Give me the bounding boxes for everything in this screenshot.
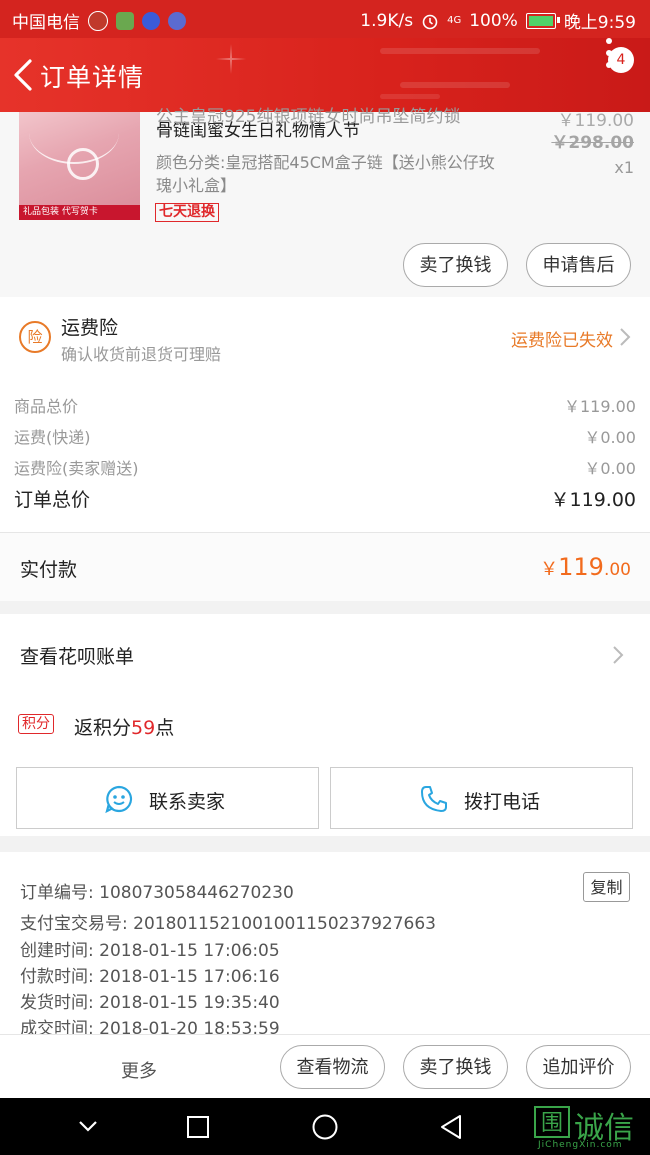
apply-after-sale-button[interactable]: 申请售后 xyxy=(526,243,631,287)
points-prefix: 返积分 xyxy=(74,717,132,739)
sparkle-icon xyxy=(216,44,246,74)
actual-payment-row: 实付款 ￥119.00 xyxy=(0,532,650,601)
clock: 晚上9:59 xyxy=(563,13,636,33)
alarm-icon xyxy=(422,14,438,29)
insurance-title: 运费险 xyxy=(61,317,119,339)
created-time: 创建时间: 2018-01-15 17:06:05 xyxy=(20,941,280,961)
product-original-price: ￥298.00 xyxy=(551,133,634,153)
fee-row-goods: 商品总价 ￥119.00 xyxy=(14,393,636,417)
order-total-row: 订单总价 ￥119.00 xyxy=(14,485,636,512)
points-and-contact: 积分 返积分59点 联系卖家 拨打电话 xyxy=(0,696,650,836)
actual-payment-amount: ￥119.00 xyxy=(540,553,631,581)
product-name[interactable]: 公主皇冠925纯银项链女时尚吊坠简约锁 骨链闺蜜女生日礼物情人节 xyxy=(156,107,501,142)
notification-icon xyxy=(88,10,108,31)
product-spec: 颜色分类:皇冠搭配45CM盒子链【送小熊公仔玫瑰小礼盒】 xyxy=(156,153,495,195)
product-card[interactable]: 礼品包装 代写贺卡 公主皇冠925纯银项链女时尚吊坠简约锁 骨链闺蜜女生日礼物情… xyxy=(0,107,650,297)
sell-exchange-bottom-button[interactable]: 卖了换钱 xyxy=(403,1045,508,1089)
points-suffix: 点 xyxy=(155,717,175,739)
fee-label: 商品总价 xyxy=(14,397,79,416)
call-phone-button[interactable]: 拨打电话 xyxy=(330,767,633,829)
home-icon[interactable] xyxy=(311,1113,339,1141)
amount-decimal: .00 xyxy=(603,560,631,580)
sell-exchange-button[interactable]: 卖了换钱 xyxy=(403,243,508,287)
insurance-icon: 险 xyxy=(19,321,51,353)
view-logistics-button[interactable]: 查看物流 xyxy=(280,1045,385,1089)
fee-value: ￥0.00 xyxy=(584,428,636,447)
watermark-box: 围 xyxy=(534,1106,570,1138)
alipay-trade-number: 支付宝交易号: 2018011521001001150237927663 xyxy=(20,914,436,934)
carrier-label: 中国电信 xyxy=(12,13,80,33)
back-arrow-icon[interactable] xyxy=(10,58,36,92)
order-total-label: 订单总价 xyxy=(14,489,91,511)
fee-value: ￥119.00 xyxy=(564,397,636,416)
phone-icon xyxy=(421,786,447,812)
chat-face-icon xyxy=(105,785,133,814)
chevron-right-icon xyxy=(620,328,631,346)
copy-order-number-button[interactable]: 复制 xyxy=(583,872,630,902)
more-button[interactable]: 更多 xyxy=(121,1057,157,1083)
fee-summary: 商品总价 ￥119.00 运费(快递) ￥0.00 运费险(卖家赠送) ￥0.0… xyxy=(0,375,650,532)
amount-integer: 119 xyxy=(558,553,604,581)
battery-icon xyxy=(525,12,560,29)
fee-row-insurance: 运费险(卖家赠送) ￥0.00 xyxy=(14,455,636,479)
page-title: 订单详情 xyxy=(40,63,145,92)
app-header: 订单详情 xyxy=(0,38,650,112)
paid-time: 付款时间: 2018-01-15 17:06:16 xyxy=(20,967,280,987)
add-review-button[interactable]: 追加评价 xyxy=(526,1045,631,1089)
chevron-down-icon[interactable] xyxy=(76,1116,100,1136)
product-image-strip: 礼品包装 代写贺卡 xyxy=(19,205,140,220)
points-number: 59 xyxy=(131,717,156,739)
product-name-line-1: 公主皇冠925纯银项链女时尚吊坠简约锁 xyxy=(156,107,461,127)
chevron-right-icon xyxy=(613,646,624,664)
shipped-time: 发货时间: 2018-01-15 19:35:40 xyxy=(20,993,280,1013)
huabei-bill-label: 查看花呗账单 xyxy=(20,646,135,668)
contact-seller-button[interactable]: 联系卖家 xyxy=(16,767,319,829)
seven-day-return-tag: 七天退换 xyxy=(155,203,219,222)
product-image[interactable]: 礼品包装 代写贺卡 xyxy=(19,112,140,220)
currency-symbol: ￥ xyxy=(540,559,559,580)
fee-row-shipping: 运费(快递) ￥0.00 xyxy=(14,424,636,448)
message-count-badge[interactable]: 4 xyxy=(608,47,634,73)
order-total-value: ￥119.00 xyxy=(550,489,636,511)
insurance-subtitle: 确认收货前退货可理赔 xyxy=(61,345,222,364)
fee-value: ￥0.00 xyxy=(584,459,636,478)
watermark-logo: 围 诚信 JiChengXin.com xyxy=(534,1106,646,1151)
zhihu-notification-icon xyxy=(168,11,186,30)
actual-payment-label: 实付款 xyxy=(20,559,78,581)
network-speed: 1.9K/s xyxy=(360,10,414,31)
watermark-sub: JiChengXin.com xyxy=(538,1140,623,1150)
huabei-bill-row[interactable]: 查看花呗账单 xyxy=(0,614,650,696)
back-triangle-icon[interactable] xyxy=(438,1113,464,1141)
bottom-action-bar: 更多 查看物流 卖了换钱 追加评价 xyxy=(0,1034,650,1099)
order-info: 订单编号: 108073058446270230 复制 支付宝交易号: 2018… xyxy=(0,852,650,1039)
points-tag: 积分 xyxy=(18,714,54,734)
status-bar: 中国电信 1.9K/s 4G 100% 晚上9:59 xyxy=(0,0,650,38)
shield-notification-icon xyxy=(142,11,160,30)
contact-seller-label: 联系卖家 xyxy=(149,791,226,813)
product-quantity: x1 xyxy=(614,158,634,177)
network-type: 4G xyxy=(447,14,462,26)
order-number: 订单编号: 108073058446270230 xyxy=(20,883,294,903)
call-phone-label: 拨打电话 xyxy=(464,791,541,813)
fee-label: 运费险(卖家赠送) xyxy=(14,459,139,478)
fee-label: 运费(快递) xyxy=(14,428,91,447)
insurance-status: 运费险已失效 xyxy=(511,331,613,351)
recent-apps-icon[interactable] xyxy=(186,1115,210,1139)
app-notification-icon xyxy=(116,11,134,30)
points-reward: 返积分59点 xyxy=(74,713,174,740)
shipping-insurance-row[interactable]: 险 运费险 确认收货前退货可理赔 运费险已失效 xyxy=(0,297,650,375)
battery-percent: 100% xyxy=(469,10,518,31)
